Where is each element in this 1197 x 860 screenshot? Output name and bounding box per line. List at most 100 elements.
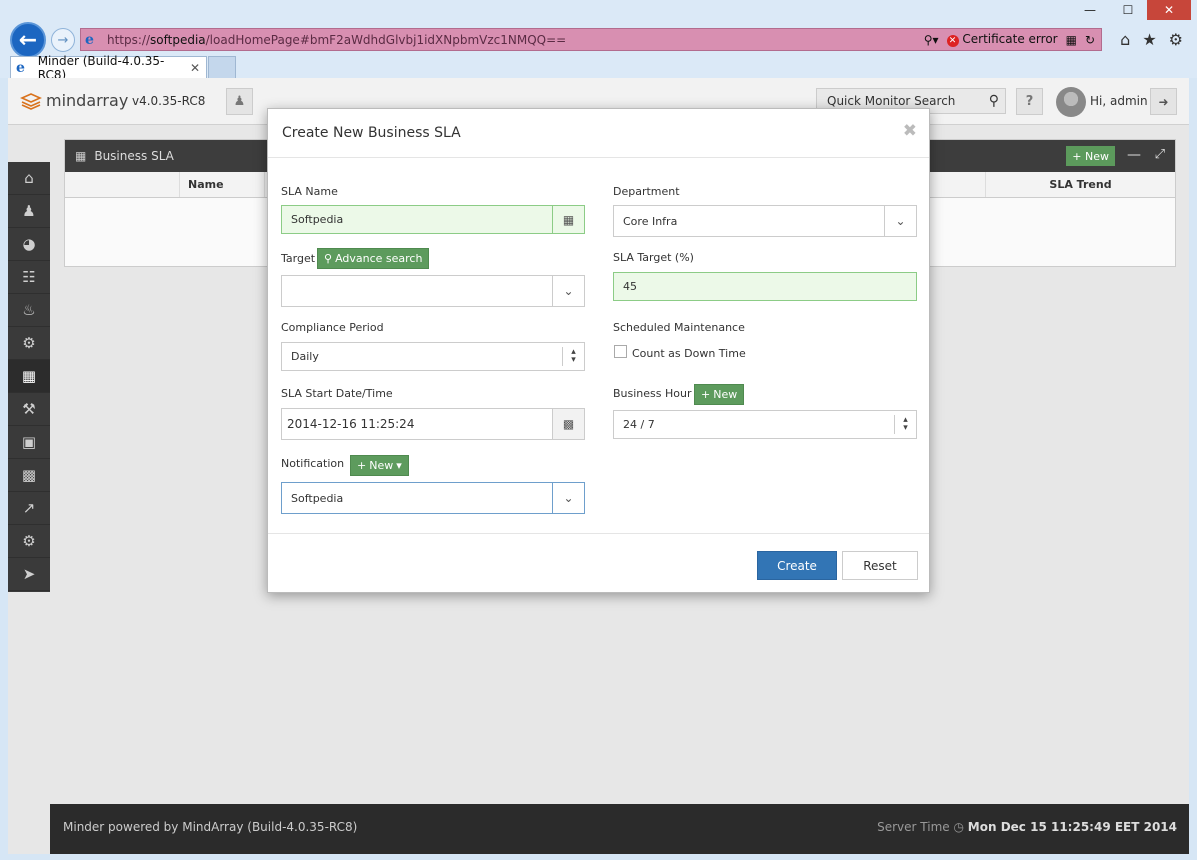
settings-gear-icon[interactable]: ⚙ — [1169, 30, 1183, 49]
calculator-icon[interactable]: ▦ — [552, 206, 584, 233]
logo[interactable]: mindarray — [20, 91, 128, 110]
updown-icon[interactable]: ▴ ▾ — [894, 415, 916, 434]
count-down-checkbox[interactable] — [614, 345, 627, 358]
compat-icon[interactable]: ▦ — [1066, 33, 1077, 47]
compliance-period-select[interactable]: Daily ▴ ▾ — [281, 342, 585, 371]
department-value: Core Infra — [623, 214, 678, 228]
window-controls: — ☐ ✕ — [1071, 0, 1191, 22]
sidebar-item-users[interactable]: ♟ — [8, 195, 50, 228]
sidebar-item-calendar[interactable]: ▩ — [8, 459, 50, 492]
column-name[interactable]: Name — [180, 172, 265, 197]
search-placeholder: Quick Monitor Search — [827, 94, 956, 108]
chevron-down-icon[interactable]: ⌄ — [552, 483, 584, 513]
footer: Minder powered by MindArray (Build-4.0.3… — [50, 804, 1189, 854]
arrow-right-icon: → — [57, 32, 69, 48]
column-sla-trend[interactable]: SLA Trend — [985, 172, 1175, 197]
sidebar-item-sla[interactable]: ▦ — [8, 360, 50, 393]
sidebar: ⌂ ♟ ◕ ☷ ♨ ⚙ ▦ ⚒ ▣ ▩ ↗ ⚙ ➤ — [8, 162, 50, 592]
expand-icon[interactable]: ⤢ — [1155, 147, 1165, 162]
dashboard-icon: ◕ — [22, 235, 36, 253]
notification-value: Softpedia — [291, 491, 344, 505]
sla-target-input[interactable]: 45 — [613, 272, 917, 301]
gear-icon: ⚙ — [22, 334, 36, 352]
browser-chrome: — ☐ ✕ ← → e https://softpedia/loadHomePa… — [0, 0, 1197, 82]
search-icon[interactable]: ⚲ — [989, 93, 999, 109]
minimize-icon[interactable]: — — [1071, 0, 1109, 20]
app-version: v4.0.35-RC8 — [132, 94, 206, 108]
sitemap-icon: ☷ — [22, 268, 36, 286]
address-bar[interactable]: e https://softpedia/loadHomePage#bmF2aWd… — [80, 28, 1102, 51]
chevron-down-icon[interactable]: ⌄ — [552, 276, 584, 306]
business-hour-new-button[interactable]: + New — [694, 384, 745, 405]
target-select[interactable]: ⌄ — [281, 275, 585, 307]
sla-name-input[interactable]: Softpedia ▦ — [281, 205, 585, 234]
plus-icon: + — [701, 388, 711, 401]
sla-name-label: SLA Name — [281, 185, 338, 198]
advance-search-button[interactable]: ⚲ Advance search — [317, 248, 430, 269]
notification-new-label: New — [369, 459, 394, 472]
users-icon: ♟ — [22, 202, 36, 220]
caret-down-icon: ▾ — [396, 459, 402, 472]
server-time-value: Mon Dec 15 11:25:49 EET 2014 — [967, 820, 1177, 834]
logout-button[interactable]: ➜ — [1150, 88, 1177, 115]
sidebar-item-admin[interactable]: ⚙ — [8, 525, 50, 558]
url-text[interactable]: https://softpedia/loadHomePage#bmF2aWdhd… — [107, 33, 924, 47]
notification-new-button[interactable]: + New ▾ — [350, 455, 409, 476]
close-icon[interactable]: ✖ — [903, 121, 917, 141]
help-button[interactable]: ? — [1016, 88, 1043, 115]
tab-ie-icon: e — [16, 59, 25, 76]
logout-icon: ➜ — [1158, 94, 1169, 109]
start-date-input[interactable]: 2014-12-16 11:25:24 ▩ — [281, 408, 585, 440]
calendar-icon[interactable]: ▩ — [552, 409, 584, 439]
sidebar-item-dashboard[interactable]: ◕ — [8, 228, 50, 261]
create-button[interactable]: Create — [757, 551, 837, 580]
sla-target-value: 45 — [623, 280, 637, 293]
calendar-icon: ▩ — [21, 466, 37, 484]
mindarray-logo-icon — [20, 92, 42, 110]
close-window-icon[interactable]: ✕ — [1147, 0, 1191, 20]
modal-footer-divider — [268, 533, 929, 534]
certificate-error[interactable]: ✕ Certificate error — [946, 32, 1058, 47]
sidebar-item-next[interactable]: ➤ — [8, 558, 50, 591]
refresh-icon[interactable]: ↻ — [1085, 33, 1095, 47]
sla-target-label: SLA Target (%) — [613, 251, 694, 264]
new-tab-button[interactable] — [208, 56, 236, 78]
browser-tab[interactable]: e Minder (Build-4.0.35-RC8) ✕ — [10, 54, 207, 82]
home-icon[interactable]: ⌂ — [1120, 30, 1130, 49]
maximize-icon[interactable]: ☐ — [1109, 0, 1147, 20]
chevron-down-icon[interactable]: ⌄ — [884, 206, 916, 236]
count-down-label: Count as Down Time — [632, 347, 746, 360]
sidebar-item-tools[interactable]: ⚒ — [8, 393, 50, 426]
user-button[interactable]: ♟ — [226, 88, 253, 115]
modal-divider — [268, 157, 929, 158]
sidebar-item-settings[interactable]: ⚙ — [8, 327, 50, 360]
server-time-label: Server Time — [877, 820, 950, 834]
calculator-icon: ▦ — [21, 367, 37, 385]
department-label: Department — [613, 185, 680, 198]
forward-button[interactable]: → — [51, 28, 75, 52]
notification-select[interactable]: Softpedia ⌄ — [281, 482, 585, 514]
sidebar-item-monitor[interactable]: ▣ — [8, 426, 50, 459]
cogs-icon: ⚙ — [22, 532, 36, 550]
minimize-icon[interactable]: — — [1127, 147, 1141, 163]
home-icon: ⌂ — [24, 169, 34, 187]
url-scheme: https:// — [107, 32, 151, 47]
favorites-star-icon[interactable]: ★ — [1142, 30, 1156, 49]
tab-close-icon[interactable]: ✕ — [190, 61, 200, 75]
panel-new-button[interactable]: + New — [1066, 146, 1115, 166]
address-actions: ⚲▾ ✕ Certificate error ▦ ↻ — [924, 32, 1101, 47]
sidebar-item-home[interactable]: ⌂ — [8, 162, 50, 195]
sidebar-item-topology[interactable]: ☷ — [8, 261, 50, 294]
business-hour-select[interactable]: 24 / 7 ▴ ▾ — [613, 410, 917, 439]
reset-button[interactable]: Reset — [842, 551, 918, 580]
updown-icon[interactable]: ▴ ▾ — [562, 347, 584, 366]
department-select[interactable]: Core Infra ⌄ — [613, 205, 917, 237]
start-date-label: SLA Start Date/Time — [281, 387, 393, 400]
panel-new-label: New — [1085, 149, 1109, 163]
business-hour-new-label: New — [713, 388, 738, 401]
sidebar-item-alerts[interactable]: ♨ — [8, 294, 50, 327]
search-dropdown-icon[interactable]: ⚲▾ — [924, 33, 939, 47]
sidebar-item-reports[interactable]: ↗ — [8, 492, 50, 525]
avatar[interactable] — [1056, 87, 1086, 117]
business-hour-label: Business Hour — [613, 387, 692, 400]
